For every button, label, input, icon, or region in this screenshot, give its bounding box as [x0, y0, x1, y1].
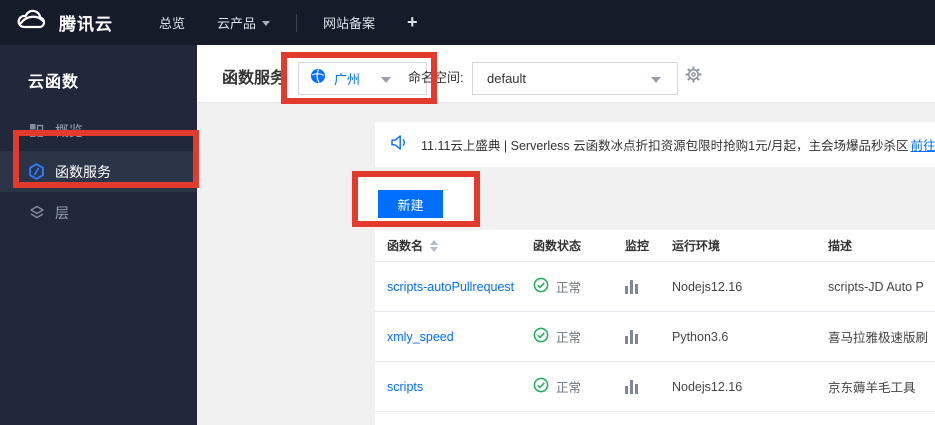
sidebar-title: 云函数 — [28, 74, 80, 91]
sidebar-item-overview[interactable]: 概览 — [0, 110, 197, 151]
function-desc: scripts-JD Auto P — [828, 279, 924, 294]
brand-name: 腾讯云 — [59, 15, 113, 34]
chevron-down-icon — [381, 77, 391, 83]
function-desc: 京东薅羊毛工具 — [828, 381, 916, 395]
monitor-chart-icon[interactable] — [625, 379, 672, 394]
runtime-env: Nodejs12.16 — [672, 379, 743, 394]
namespace-select[interactable]: default — [472, 62, 678, 95]
table-row: scripts-autoPullrequest 正常 Nodejs12.16 s… — [375, 262, 935, 312]
runtime-env: Nodejs12.16 — [672, 279, 743, 294]
scf-hexagon-icon — [28, 163, 45, 180]
table-row: xmly_speed 正常 Python3.6 喜马拉雅极速版刷 — [375, 312, 935, 362]
column-header-env: 运行环境 — [672, 239, 721, 253]
layers-icon — [28, 204, 45, 221]
tencent-cloud-logo[interactable]: 腾讯云 — [14, 7, 113, 38]
top-nav-links: 总览 云产品 网站备案 + — [143, 12, 434, 33]
status-badge: 正常 — [556, 331, 582, 345]
grid-icon — [28, 122, 45, 139]
globe-icon — [310, 68, 326, 89]
nav-website-beian[interactable]: 网站备案 — [323, 13, 375, 32]
sidebar-item-label: 函数服务 — [55, 163, 111, 180]
table-row: scripts 正常 Nodejs12.16 京东薅羊毛工具 — [375, 362, 935, 412]
notice-message: 11.11云上盛典 | Serverless 云函数冰点折扣资源包限时抢购1元/… — [421, 139, 909, 153]
namespace-label: 命名空间: — [408, 70, 464, 85]
function-name-link[interactable]: scripts — [387, 380, 423, 394]
column-header-name[interactable]: 函数名 — [387, 237, 533, 254]
chevron-down-icon — [262, 21, 271, 26]
notice-go-link[interactable]: 前往 — [911, 135, 935, 154]
cloud-logo-icon — [14, 7, 50, 38]
nav-cloud-products[interactable]: 云产品 — [217, 13, 271, 32]
monitor-chart-icon[interactable] — [625, 329, 672, 344]
page-header: 函数服务 广州 命名空间: default — [197, 45, 935, 103]
status-ok-icon — [533, 277, 549, 296]
nav-overview[interactable]: 总览 — [159, 13, 185, 32]
gear-icon[interactable] — [685, 66, 702, 88]
chevron-down-icon — [651, 77, 661, 83]
sidebar-item-label: 层 — [55, 204, 69, 221]
column-header-status: 函数状态 — [533, 239, 582, 253]
status-ok-icon — [533, 377, 549, 396]
function-name-link[interactable]: xmly_speed — [387, 330, 454, 344]
page-title: 函数服务 — [222, 70, 287, 87]
status-badge: 正常 — [556, 281, 582, 295]
promo-notice-banner: 11.11云上盛典 | Serverless 云函数冰点折扣资源包限时抢购1元/… — [375, 122, 935, 167]
function-list-table: 函数名 函数状态 监控 运行环境 描述 scripts-autoPullrequ… — [375, 230, 935, 425]
sidebar-item-label: 概览 — [55, 122, 83, 139]
status-badge: 正常 — [556, 381, 582, 395]
table-header-row: 函数名 函数状态 监控 运行环境 描述 — [375, 230, 935, 262]
sidebar-item-function-service[interactable]: 函数服务 — [0, 151, 197, 192]
add-nav-tab-button[interactable]: + — [407, 12, 418, 33]
sidebar-item-layers[interactable]: 层 — [0, 192, 197, 233]
function-name-link[interactable]: scripts-autoPullrequest — [387, 280, 514, 294]
nav-divider — [296, 13, 298, 32]
monitor-chart-icon[interactable] — [625, 279, 672, 294]
column-header-desc: 描述 — [828, 239, 853, 253]
status-ok-icon — [533, 327, 549, 346]
speaker-icon — [390, 134, 408, 156]
column-header-monitor: 监控 — [625, 239, 650, 253]
namespace-value: default — [487, 71, 527, 86]
top-navigation-bar: 腾讯云 总览 云产品 网站备案 + — [0, 0, 935, 45]
sidebar: 云函数 概览 函数服务 层 — [0, 45, 197, 425]
region-value: 广州 — [334, 72, 361, 87]
runtime-env: Python3.6 — [672, 329, 729, 344]
sort-icon[interactable] — [430, 239, 439, 252]
function-desc: 喜马拉雅极速版刷 — [828, 331, 929, 345]
create-function-button[interactable]: 新建 — [378, 190, 443, 218]
